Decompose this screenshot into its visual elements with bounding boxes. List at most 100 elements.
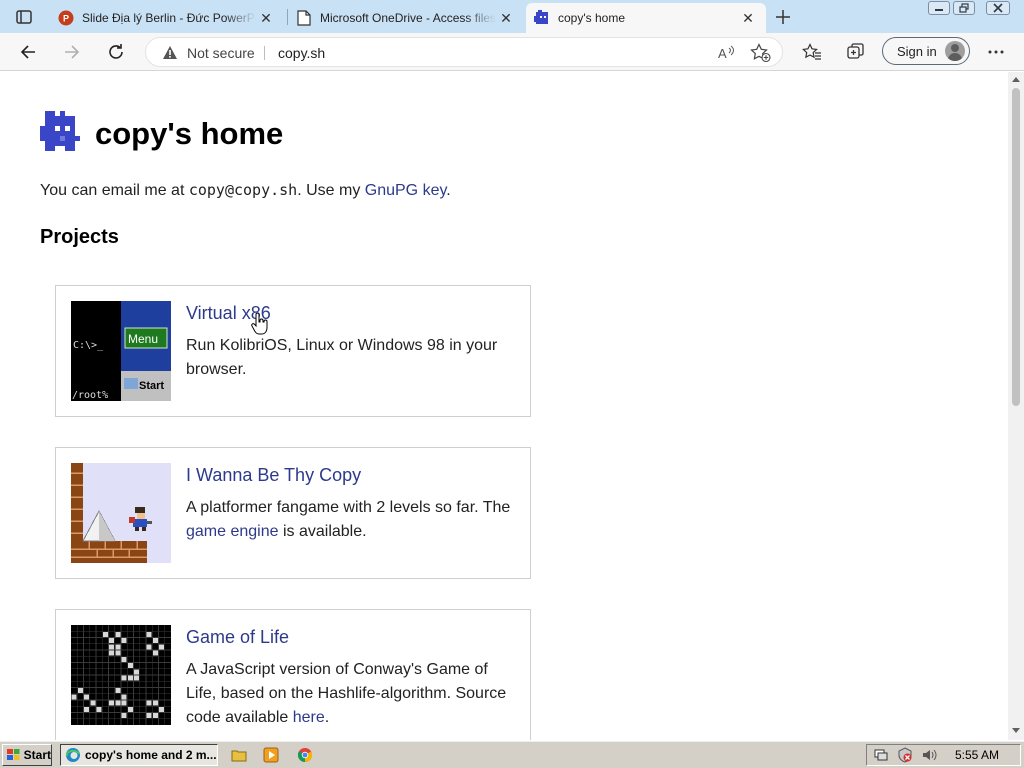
page-viewport: copy's home You can email me at copy@cop… bbox=[0, 72, 1008, 740]
refresh-icon bbox=[109, 44, 123, 59]
close-tab-icon[interactable]: ✕ bbox=[256, 8, 276, 28]
svg-text:A: A bbox=[718, 46, 727, 61]
security-alert-icon[interactable] bbox=[897, 747, 913, 763]
projects-heading: Projects bbox=[40, 226, 119, 248]
tab-actions-button[interactable] bbox=[8, 5, 40, 29]
project-card-virtual-x86: C:\>_ /root% Menu Start Virtual x86 Run … bbox=[55, 285, 531, 417]
forward-button[interactable] bbox=[57, 38, 87, 66]
description-text: is available. bbox=[278, 523, 367, 540]
intro-suffix: . bbox=[446, 182, 451, 199]
description-text: A JavaScript version of Conway's Game of… bbox=[186, 661, 507, 726]
favorites-button[interactable] bbox=[797, 38, 827, 66]
network-icon[interactable] bbox=[873, 747, 889, 763]
favorites-icon bbox=[802, 43, 821, 60]
chrome-icon bbox=[297, 748, 313, 763]
add-favorite-icon[interactable] bbox=[750, 43, 772, 63]
scrollbar-thumb[interactable] bbox=[1012, 88, 1020, 406]
page-title: copy's home bbox=[95, 116, 284, 151]
restore-button[interactable] bbox=[953, 1, 975, 15]
tab-actions-icon bbox=[16, 10, 32, 24]
address-divider bbox=[264, 46, 265, 60]
warning-icon[interactable] bbox=[162, 45, 178, 61]
game-of-life-thumbnail[interactable] bbox=[71, 625, 171, 725]
close-icon bbox=[993, 3, 1003, 13]
collections-icon bbox=[847, 43, 864, 59]
svg-text:P: P bbox=[63, 14, 69, 24]
close-tab-icon[interactable]: ✕ bbox=[496, 8, 516, 28]
minimize-button[interactable] bbox=[928, 1, 950, 15]
vertical-scrollbar[interactable] bbox=[1008, 72, 1024, 740]
virtual-x86-description: Run KolibriOS, Linux or Windows 98 in yo… bbox=[186, 337, 498, 378]
quicklaunch-media[interactable] bbox=[262, 746, 280, 764]
taskbar: Start copy's home and 2 m... 5:55 AM bbox=[0, 740, 1024, 768]
i-wanna-be-thy-copy-description: A platformer fangame with 2 levels so fa… bbox=[186, 496, 516, 544]
arrow-right-icon bbox=[65, 45, 80, 59]
gnupg-key-link[interactable]: GnuPG key bbox=[365, 182, 447, 199]
address-bar[interactable]: Not secure copy.sh A bbox=[145, 37, 783, 67]
close-tab-icon[interactable]: ✕ bbox=[738, 8, 758, 28]
taskbar-edge-button[interactable]: copy's home and 2 m... bbox=[60, 744, 218, 766]
volume-icon[interactable] bbox=[921, 747, 937, 763]
system-tray: 5:55 AM bbox=[866, 744, 1021, 766]
task-label: copy's home and 2 m... bbox=[85, 748, 217, 762]
document-icon bbox=[296, 10, 312, 26]
browser-toolbar: Not secure copy.sh A Sign in bbox=[0, 33, 1024, 71]
read-aloud-icon[interactable]: A bbox=[716, 43, 736, 63]
clock[interactable]: 5:55 AM bbox=[955, 748, 999, 762]
i-wanna-be-thy-copy-link[interactable]: I Wanna Be Thy Copy bbox=[186, 465, 361, 486]
intro-middle: . Use my bbox=[297, 182, 365, 199]
sign-in-label: Sign in bbox=[897, 43, 937, 59]
restore-icon bbox=[959, 3, 969, 13]
copy-logo-icon bbox=[40, 111, 80, 151]
back-button[interactable] bbox=[13, 38, 43, 66]
avatar-icon bbox=[945, 41, 965, 61]
virtual-x86-thumbnail[interactable]: C:\>_ /root% Menu Start bbox=[71, 301, 171, 401]
game-of-life-link[interactable]: Game of Life bbox=[186, 627, 289, 648]
project-card-game-of-life: Game of Life A JavaScript version of Con… bbox=[55, 609, 531, 740]
minimize-icon bbox=[935, 9, 943, 11]
thumb-menu-text: Menu bbox=[128, 332, 158, 346]
tab-onedrive[interactable]: Microsoft OneDrive - Access files ✕ bbox=[288, 3, 524, 33]
tab-title: Slide Địa lý Berlin - Đức PowerPoint bbox=[82, 11, 256, 25]
windows-logo-icon bbox=[6, 749, 20, 760]
refresh-button[interactable] bbox=[101, 38, 131, 66]
quicklaunch-chrome[interactable] bbox=[296, 746, 314, 764]
thumb-prompt-text: C:\>_ bbox=[73, 340, 104, 351]
thumb-shell-text: /root% bbox=[72, 390, 108, 401]
tab-title: Microsoft OneDrive - Access files bbox=[320, 11, 496, 25]
more-options-icon bbox=[988, 50, 1004, 54]
scroll-down-arrow-icon[interactable] bbox=[1011, 727, 1021, 735]
game-engine-link[interactable]: game engine bbox=[186, 523, 279, 540]
start-button[interactable]: Start bbox=[2, 744, 52, 766]
intro-text: You can email me at copy@copy.sh. Use my… bbox=[40, 181, 451, 200]
tab-strip: P Slide Địa lý Berlin - Đức PowerPoint ✕… bbox=[0, 0, 1024, 33]
project-card-i-wanna-be-thy-copy: I Wanna Be Thy Copy A platformer fangame… bbox=[55, 447, 531, 579]
plus-icon bbox=[776, 10, 790, 24]
description-text: . bbox=[324, 709, 330, 726]
folder-icon bbox=[231, 750, 247, 762]
settings-menu-button[interactable] bbox=[981, 38, 1011, 66]
tab-copy-home[interactable]: copy's home ✕ bbox=[526, 3, 766, 33]
game-of-life-description: A JavaScript version of Conway's Game of… bbox=[186, 658, 516, 730]
tab-powerpoint[interactable]: P Slide Địa lý Berlin - Đức PowerPoint ✕ bbox=[50, 3, 284, 33]
quicklaunch-explorer[interactable] bbox=[230, 746, 248, 764]
source-code-link[interactable]: here bbox=[293, 709, 325, 726]
hand-cursor-icon bbox=[251, 313, 268, 335]
intro-prefix: You can email me at bbox=[40, 182, 189, 199]
edge-icon bbox=[65, 748, 80, 762]
arrow-left-icon bbox=[20, 45, 35, 59]
start-label: Start bbox=[23, 748, 51, 762]
security-label[interactable]: Not secure bbox=[187, 45, 255, 61]
description-text: A platformer fangame with 2 levels so fa… bbox=[186, 499, 511, 516]
i-wanna-be-thy-copy-thumbnail[interactable] bbox=[71, 463, 171, 563]
scroll-up-arrow-icon[interactable] bbox=[1011, 75, 1021, 83]
new-tab-button[interactable] bbox=[770, 5, 796, 29]
close-window-button[interactable] bbox=[986, 1, 1010, 15]
collections-button[interactable] bbox=[841, 38, 871, 66]
email-address: copy@copy.sh bbox=[188, 181, 298, 199]
copy-logo-icon bbox=[534, 10, 550, 26]
thumb-start-text: Start bbox=[139, 380, 164, 392]
tab-title: copy's home bbox=[558, 11, 625, 25]
url-text[interactable]: copy.sh bbox=[278, 45, 325, 61]
sign-in-button[interactable]: Sign in bbox=[882, 37, 970, 65]
